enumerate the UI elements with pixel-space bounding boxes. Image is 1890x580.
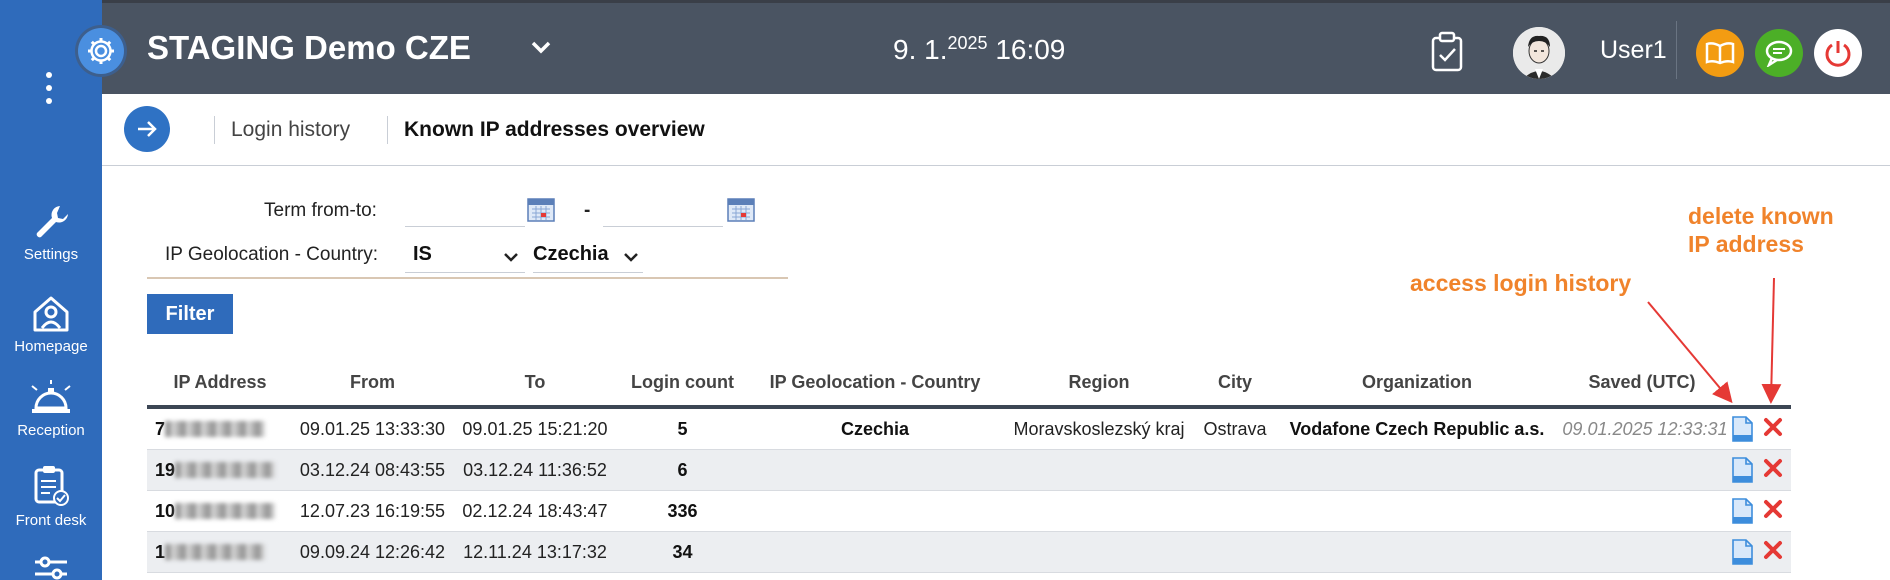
col-header-to[interactable]: To [455, 372, 615, 393]
cell-from: 03.12.24 08:43:55 [299, 460, 446, 480]
col-header-city[interactable]: City [1198, 372, 1272, 393]
ip-address: 19 [155, 460, 285, 481]
cell-login-count: 336 [667, 501, 698, 521]
cell-login-count: 6 [677, 460, 688, 480]
document-icon[interactable] [1731, 416, 1753, 442]
ip-address: 1 [155, 542, 285, 563]
table-row[interactable]: 7 09.01.25 13:33:30 09.01.25 15:21:20 5 … [147, 409, 1791, 450]
delete-icon[interactable] [1763, 499, 1783, 519]
cell-country: Czechia [840, 419, 910, 439]
cell-saved: 09.01.2025 12:33:31 [1562, 419, 1728, 439]
cell-region: Moravskoslezský kraj [1013, 419, 1185, 439]
table-row[interactable]: 10 12.07.23 16:19:55 02.12.24 18:43:47 3… [147, 491, 1791, 532]
ip-prefix: 1 [155, 542, 166, 562]
cell-to: 12.11.24 13:17:32 [463, 542, 607, 562]
document-icon[interactable] [1731, 498, 1753, 524]
ip-address: 7 [155, 419, 285, 440]
delete-icon[interactable] [1763, 540, 1783, 560]
table-row[interactable]: 1 09.09.24 12:26:42 12.11.24 13:17:32 34 [147, 532, 1791, 573]
ip-prefix: 7 [155, 419, 166, 439]
ip-redacted [175, 462, 276, 478]
arrow-to-delete-icon [1761, 277, 1782, 404]
cell-from: 09.09.24 12:26:42 [299, 542, 446, 562]
document-icon[interactable] [1731, 457, 1753, 483]
app-root: Settings Homepage Reception Front desk S… [0, 0, 1890, 580]
ip-prefix: 10 [155, 501, 176, 521]
delete-icon[interactable] [1763, 417, 1783, 437]
col-header-organization[interactable]: Organization [1272, 372, 1562, 393]
delete-icon[interactable] [1763, 458, 1783, 478]
col-header-ip[interactable]: IP Address [150, 372, 290, 393]
cell-to: 03.12.24 11:36:52 [463, 460, 607, 480]
cell-login-count: 34 [672, 542, 693, 562]
cell-organization: Vodafone Czech Republic a.s. [1289, 419, 1545, 439]
ip-redacted [175, 503, 276, 519]
cell-from: 09.01.25 13:33:30 [299, 419, 446, 439]
table-row[interactable]: 19 03.12.24 08:43:55 03.12.24 11:36:52 6 [147, 450, 1791, 491]
ip-prefix: 19 [155, 460, 176, 480]
cell-city: Ostrava [1203, 419, 1267, 439]
cell-login-count: 5 [677, 419, 688, 439]
col-header-country[interactable]: IP Geolocation - Country [750, 372, 1000, 393]
ip-address: 10 [155, 501, 285, 522]
cell-to: 02.12.24 18:43:47 [462, 501, 608, 521]
col-header-from[interactable]: From [295, 372, 450, 393]
document-icon[interactable] [1731, 539, 1753, 565]
col-header-region[interactable]: Region [1000, 372, 1198, 393]
ip-redacted [165, 421, 266, 437]
cell-from: 12.07.23 16:19:55 [299, 501, 446, 521]
col-header-login-count[interactable]: Login count [620, 372, 745, 393]
ip-redacted [165, 544, 266, 560]
col-header-saved[interactable]: Saved (UTC) [1562, 372, 1722, 393]
cell-to: 09.01.25 15:21:20 [462, 419, 608, 439]
